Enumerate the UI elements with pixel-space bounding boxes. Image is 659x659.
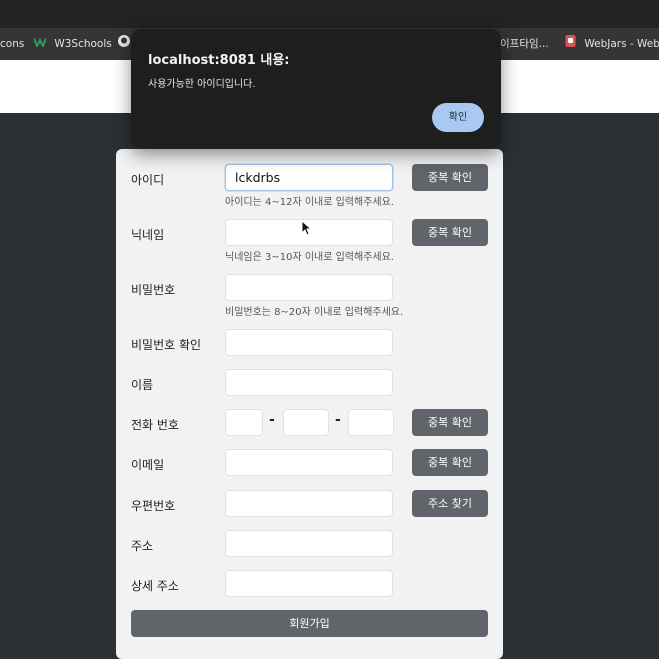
address-detail-label: 상세 주소: [131, 579, 179, 593]
dialog-message: 사용가능한 아이디입니다.: [148, 79, 256, 90]
id-duplicate-check-button[interactable]: 중복 확인: [412, 164, 488, 191]
email-duplicate-check-button[interactable]: 중복 확인: [412, 449, 488, 476]
name-label: 이름: [131, 378, 154, 392]
id-label: 아이디: [131, 173, 165, 187]
postcode-input[interactable]: [225, 490, 393, 517]
bookmark-everytime[interactable]: 이프타임...: [500, 28, 549, 60]
w3schools-icon: [33, 28, 47, 60]
email-label: 이메일: [131, 458, 165, 472]
password-confirm-label: 비밀번호 확인: [131, 338, 202, 352]
password-input[interactable]: [225, 274, 393, 301]
address-label: 주소: [131, 539, 154, 553]
postcode-label: 우편번호: [131, 499, 176, 513]
id-input[interactable]: [225, 164, 393, 191]
name-input[interactable]: [225, 369, 393, 396]
phone-part-2-input[interactable]: [283, 409, 329, 436]
nickname-label: 닉네임: [131, 228, 165, 242]
nickname-hint: 닉네임은 3~10자 이내로 입력해주세요.: [225, 252, 394, 263]
find-address-button[interactable]: 주소 찾기: [412, 490, 488, 517]
github-icon: [118, 28, 130, 60]
phone-separator-2: -: [335, 412, 341, 428]
address-detail-input[interactable]: [225, 570, 393, 597]
alert-dialog: localhost:8081 내용: 사용가능한 아이디입니다. 확인: [131, 29, 501, 148]
email-input[interactable]: [225, 449, 393, 476]
phone-duplicate-check-button[interactable]: 중복 확인: [412, 409, 488, 436]
mouse-cursor-icon: [301, 219, 313, 240]
dialog-ok-button[interactable]: 확인: [432, 103, 484, 132]
password-hint: 비밀번호는 8~20자 이내로 입력해주세요.: [225, 307, 404, 318]
password-confirm-input[interactable]: [225, 329, 393, 356]
browser-tabstrip: [0, 0, 659, 28]
phone-separator-1: -: [269, 412, 275, 428]
password-label: 비밀번호: [131, 283, 176, 297]
bookmark-w3schools[interactable]: W3Schools: [33, 28, 112, 60]
nickname-duplicate-check-button[interactable]: 중복 확인: [412, 219, 488, 246]
id-hint: 아이디는 4~12자 이내로 입력해주세요.: [225, 197, 394, 208]
bookmark-webjars[interactable]: WebJars - Web l: [565, 28, 659, 60]
phone-part-3-input[interactable]: [348, 409, 394, 436]
phone-label: 전화 번호: [131, 418, 179, 432]
address-input[interactable]: [225, 530, 393, 557]
signup-submit-button[interactable]: 회원가입: [131, 610, 488, 637]
dialog-title: localhost:8081 내용:: [148, 53, 290, 68]
webjars-icon: [565, 28, 576, 60]
phone-part-1-input[interactable]: [225, 409, 263, 436]
bookmark-cons[interactable]: cons: [0, 28, 24, 60]
